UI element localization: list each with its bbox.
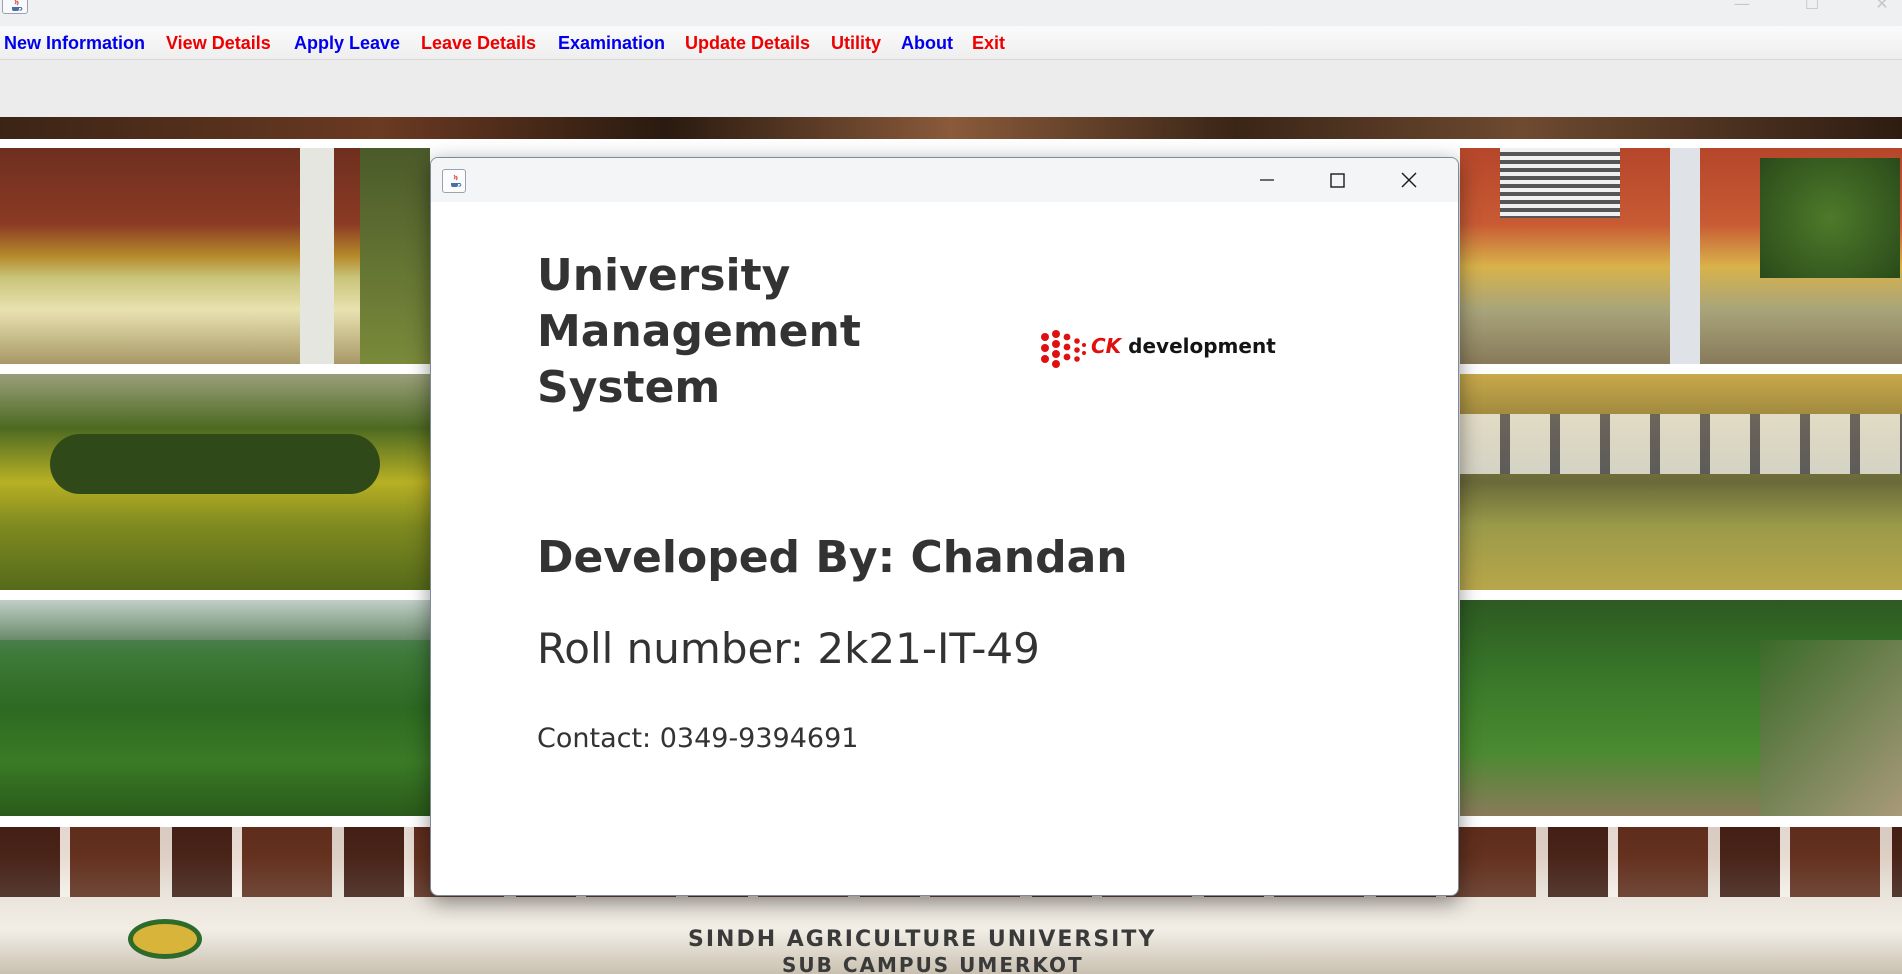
photo-brick-building-left: [0, 148, 430, 364]
ck-development-logo: CK development: [1039, 329, 1329, 381]
menu-update-details[interactable]: Update Details: [685, 33, 810, 54]
app-title-line-1: University: [537, 250, 791, 301]
app-title-line-2: Management: [537, 306, 861, 357]
photo-crop-field-left: [0, 600, 430, 816]
photo-strip-top: [0, 117, 1902, 139]
dialog-titlebar: [431, 158, 1458, 202]
about-dialog: University Management System CK developm…: [430, 157, 1459, 896]
menu-bar: New Information View Details Apply Leave…: [0, 26, 1902, 60]
window-maximize-button[interactable]: ☐: [1792, 0, 1832, 14]
roll-number-label: Roll number: 2k21-IT-49: [537, 624, 1040, 673]
menu-new-information[interactable]: New Information: [4, 33, 145, 54]
developed-by-label: Developed By: Chandan: [537, 532, 1128, 583]
menu-leave-details[interactable]: Leave Details: [421, 33, 536, 54]
logo-development-text: development: [1128, 334, 1276, 358]
photo-building-trees-right: [1460, 374, 1902, 590]
menu-exit[interactable]: Exit: [972, 33, 1005, 54]
banner-university-name: SINDH AGRICULTURE UNIVERSITY: [688, 927, 1157, 952]
app-title: University Management System: [537, 248, 861, 416]
photo-garden-left: [0, 374, 430, 590]
toolbar-area: [0, 61, 1902, 117]
logo-dots-icon: [1041, 330, 1086, 368]
menu-about[interactable]: About: [901, 33, 953, 54]
app-title-line-3: System: [537, 362, 721, 413]
menu-examination[interactable]: Examination: [558, 33, 665, 54]
maximize-icon[interactable]: [1314, 164, 1360, 196]
banner-campus-name: SUB CAMPUS UMERKOT: [782, 953, 1084, 974]
menu-view-details[interactable]: View Details: [166, 33, 271, 54]
main-window-titlebar: — ☐ ✕: [0, 0, 1902, 26]
window-close-button[interactable]: ✕: [1862, 0, 1902, 14]
window-minimize-button[interactable]: —: [1722, 0, 1762, 14]
photo-crop-field-right: [1460, 600, 1902, 816]
photo-brick-building-right: [1460, 148, 1902, 364]
minimize-icon[interactable]: [1243, 164, 1289, 196]
menu-apply-leave[interactable]: Apply Leave: [294, 33, 400, 54]
java-icon: [2, 0, 28, 14]
close-icon[interactable]: [1385, 164, 1431, 196]
logo-ck-text: CK: [1091, 334, 1122, 358]
menu-utility[interactable]: Utility: [831, 33, 881, 54]
contact-label: Contact: 0349-9394691: [537, 723, 859, 754]
java-icon: [442, 169, 466, 193]
